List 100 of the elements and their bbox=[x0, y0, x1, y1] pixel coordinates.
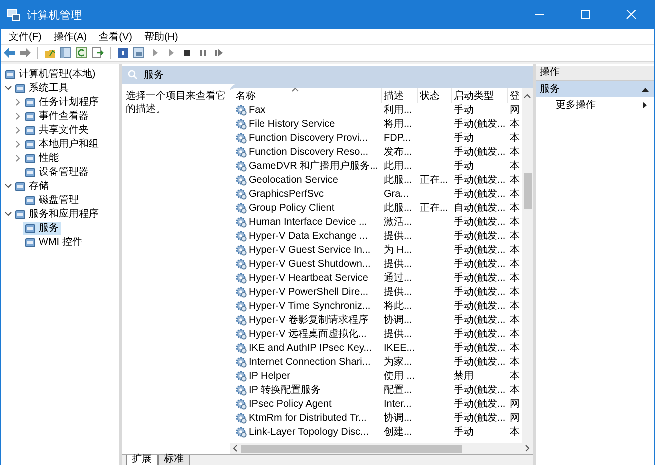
service-name[interactable]: Hyper-V 卷影复制请求程序 bbox=[236, 313, 382, 327]
action-group[interactable]: 服务 bbox=[536, 81, 654, 97]
tree-item[interactable]: 服务和应用程序 bbox=[13, 208, 101, 220]
chevron-down-icon[interactable] bbox=[4, 212, 12, 216]
column-header[interactable]: 描述 bbox=[384, 88, 418, 103]
description-cell-text: 将此... bbox=[384, 300, 414, 313]
service-name[interactable]: Hyper-V Heartbeat Service bbox=[236, 271, 382, 285]
chevron-right-icon[interactable] bbox=[16, 154, 20, 162]
app-icon bbox=[7, 8, 21, 22]
service-name[interactable]: Group Policy Client bbox=[236, 201, 382, 215]
tree-item[interactable]: WMI 控件 bbox=[23, 236, 84, 248]
action-item[interactable]: 更多操作 bbox=[536, 97, 654, 113]
service-name[interactable]: Fax bbox=[236, 103, 382, 117]
scroll-right-icon[interactable] bbox=[525, 445, 530, 452]
column-header[interactable]: 登 bbox=[510, 88, 520, 103]
menu-item[interactable]: 文件(F) bbox=[3, 30, 48, 44]
chevron-right-icon[interactable] bbox=[16, 98, 20, 106]
view-tab[interactable]: 扩展 bbox=[126, 455, 158, 465]
startup-type-cell-text: 手动(触发... bbox=[454, 412, 507, 425]
startup-type-cell-text: 手动(触发... bbox=[454, 356, 507, 369]
tree-item[interactable]: 任务计划程序 bbox=[23, 96, 101, 108]
service-name[interactable]: KtmRm for Distributed Tr... bbox=[236, 411, 382, 425]
chevron-right-icon[interactable] bbox=[16, 140, 20, 148]
startup-type-cell-text: 手动(触发... bbox=[454, 118, 507, 131]
startup-type-cell-text: 手动(触发... bbox=[454, 146, 507, 159]
pause-icon[interactable] bbox=[197, 47, 209, 59]
description-cell-text: 提供... bbox=[384, 328, 414, 341]
service-name[interactable]: GameDVR 和广播用户服务... bbox=[236, 159, 382, 173]
menu-item[interactable]: 帮助(H) bbox=[138, 30, 184, 44]
chevron-right-icon[interactable] bbox=[16, 126, 20, 134]
description-cell-text: 提供... bbox=[384, 258, 414, 271]
scroll-up-icon[interactable] bbox=[524, 94, 531, 99]
chevron-down-icon[interactable] bbox=[4, 86, 12, 90]
startup-type-cell-text: 手动(触发... bbox=[454, 342, 507, 355]
resume-icon[interactable] bbox=[213, 47, 225, 59]
column-header[interactable]: 名称 bbox=[236, 88, 382, 103]
service-name[interactable]: Geolocation Service bbox=[236, 173, 382, 187]
tree-item[interactable]: 性能 bbox=[23, 152, 61, 164]
table-cell-text: 网 bbox=[510, 398, 520, 411]
tree-item[interactable]: 计算机管理(本地) bbox=[3, 68, 98, 80]
service-name[interactable]: Function Discovery Reso... bbox=[236, 145, 382, 159]
menu-item[interactable]: 操作(A) bbox=[48, 30, 94, 44]
tree-item[interactable]: 事件查看器 bbox=[23, 110, 91, 122]
startup-type-cell-text: 自动(触发... bbox=[454, 202, 507, 215]
collapse-triangle-icon[interactable] bbox=[642, 86, 649, 92]
window-icon[interactable] bbox=[60, 47, 72, 59]
service-name[interactable]: GraphicsPerfSvc bbox=[236, 187, 382, 201]
description-cell-text: 将用... bbox=[384, 118, 414, 131]
forward-arrow-icon[interactable] bbox=[19, 47, 31, 59]
scrollbar-thumb[interactable] bbox=[241, 444, 462, 452]
service-name[interactable]: Hyper-V Guest Shutdown... bbox=[236, 257, 382, 271]
description-cell-text: 提供... bbox=[384, 230, 414, 243]
chevron-right-icon[interactable] bbox=[16, 112, 20, 120]
service-name[interactable]: Hyper-V PowerShell Dire... bbox=[236, 285, 382, 299]
service-name[interactable]: Hyper-V 远程桌面虚拟化... bbox=[236, 327, 382, 341]
startup-type-cell-text: 手动 bbox=[454, 160, 475, 173]
service-name[interactable]: IP Helper bbox=[236, 369, 382, 383]
chevron-down-icon[interactable] bbox=[4, 184, 12, 188]
tree-item[interactable]: 存储 bbox=[13, 180, 51, 192]
folder-icon[interactable] bbox=[44, 47, 56, 59]
window-title: 计算机管理 bbox=[27, 8, 83, 22]
node-icon bbox=[25, 138, 36, 150]
gear-icon bbox=[236, 314, 247, 326]
service-name[interactable]: IKE and AuthIP IPsec Key... bbox=[236, 341, 382, 355]
service-name[interactable]: IP 转换配置服务 bbox=[236, 383, 382, 397]
tree-item[interactable]: 服务 bbox=[23, 222, 61, 234]
tree-item[interactable]: 系统工具 bbox=[13, 82, 71, 94]
description-cell-text: 此用... bbox=[384, 160, 414, 173]
description-cell-text: 发布... bbox=[384, 146, 414, 159]
service-name[interactable]: IPsec Policy Agent bbox=[236, 397, 382, 411]
service-name[interactable]: Hyper-V Data Exchange ... bbox=[236, 229, 382, 243]
tree-item[interactable]: 磁盘管理 bbox=[23, 194, 81, 206]
description-cell-text: 激活... bbox=[384, 216, 414, 229]
scrollbar-thumb[interactable] bbox=[524, 173, 532, 209]
tree-item[interactable]: 共享文件夹 bbox=[23, 124, 91, 136]
column-header[interactable]: 启动类型 bbox=[454, 88, 508, 103]
description-cell-text: 此服... bbox=[384, 174, 414, 187]
refresh-icon[interactable] bbox=[76, 47, 88, 59]
table-cell-text: 本 bbox=[510, 160, 520, 173]
stop-icon[interactable] bbox=[181, 47, 193, 59]
tree-item[interactable]: 设备管理器 bbox=[23, 166, 91, 178]
tree-item[interactable]: 本地用户和组 bbox=[23, 138, 101, 150]
node-icon bbox=[25, 236, 36, 248]
service-name[interactable]: Link-Layer Topology Disc... bbox=[236, 425, 382, 439]
export-icon[interactable] bbox=[92, 47, 104, 59]
view-icon[interactable] bbox=[133, 47, 145, 59]
column-header[interactable]: 状态 bbox=[420, 88, 452, 103]
help-icon[interactable] bbox=[117, 47, 129, 59]
view-tab[interactable]: 标准 bbox=[158, 455, 190, 465]
startup-type-cell-text: 手动 bbox=[454, 426, 475, 439]
service-name[interactable]: Human Interface Device ... bbox=[236, 215, 382, 229]
service-name[interactable]: Hyper-V Guest Service In... bbox=[236, 243, 382, 257]
menu-item[interactable]: 查看(V) bbox=[93, 30, 138, 44]
service-name[interactable]: Hyper-V Time Synchroniz... bbox=[236, 299, 382, 313]
service-name[interactable]: Function Discovery Provi... bbox=[236, 131, 382, 145]
scroll-left-icon[interactable] bbox=[233, 445, 238, 452]
back-arrow-icon[interactable] bbox=[3, 47, 15, 59]
service-name[interactable]: Internet Connection Shari... bbox=[236, 355, 382, 369]
service-name[interactable]: File History Service bbox=[236, 117, 382, 131]
search-icon bbox=[128, 70, 138, 80]
